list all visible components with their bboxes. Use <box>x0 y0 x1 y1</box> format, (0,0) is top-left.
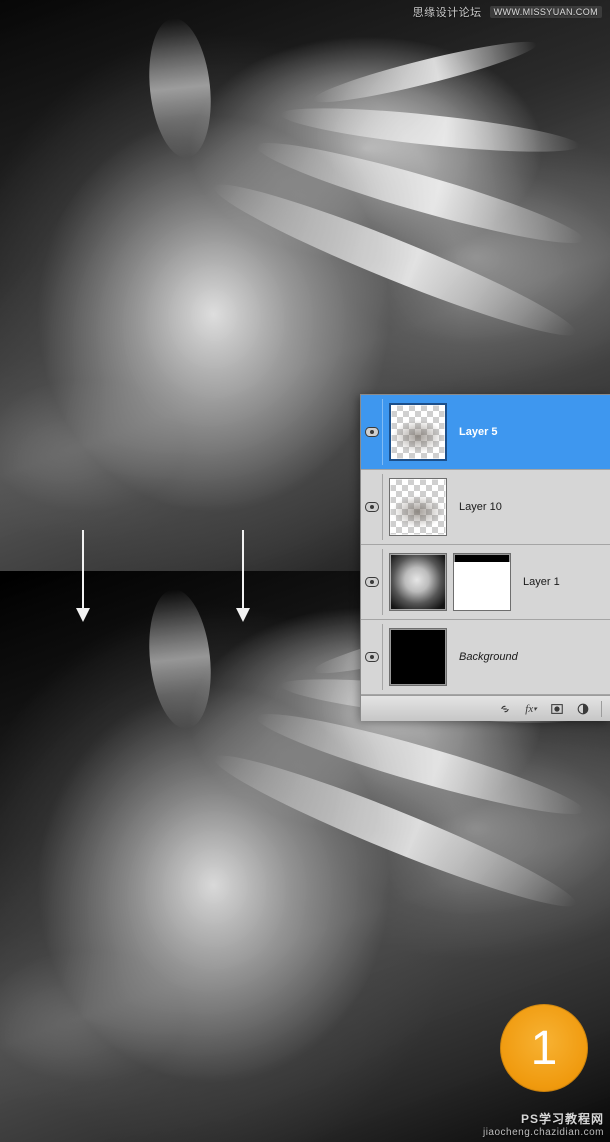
layer-name-label[interactable]: Layer 10 <box>453 501 502 513</box>
watermark-text: 思缘设计论坛 <box>413 4 482 20</box>
layer-thumbnail[interactable] <box>389 403 447 461</box>
layer-row-layer-1[interactable]: Layer 1 <box>361 545 610 620</box>
layer-mask-thumbnail[interactable] <box>453 553 511 611</box>
layer-list: Layer 5 Layer 10 Layer 1 <box>361 395 610 695</box>
layer-thumbnail[interactable] <box>389 478 447 536</box>
watermark-bottom-line2: jiaocheng.chazidian.com <box>483 1127 604 1138</box>
watermark-top: 思缘设计论坛 WWW.MISSYUAN.COM <box>413 4 602 20</box>
eye-icon <box>365 577 379 587</box>
layer-row-background[interactable]: Background <box>361 620 610 695</box>
arrow-down-icon <box>82 530 84 620</box>
eye-icon <box>365 652 379 662</box>
layer-name-label[interactable]: Layer 1 <box>517 576 560 588</box>
layer-thumbnail[interactable] <box>389 553 447 611</box>
layer-name-label[interactable]: Background <box>453 651 518 663</box>
layer-thumbnail[interactable] <box>389 628 447 686</box>
step-badge: 1 <box>500 1004 588 1092</box>
layer-name-label[interactable]: Layer 5 <box>453 426 498 438</box>
eye-icon <box>365 427 379 437</box>
tutorial-canvas: Layer 5 Layer 10 Layer 1 <box>0 0 610 1142</box>
visibility-toggle[interactable] <box>361 624 383 690</box>
watermark-bottom-line1: PS学习教程网 <box>483 1110 604 1127</box>
step-number: 1 <box>531 1021 558 1076</box>
arrow-down-icon <box>242 530 244 620</box>
fx-icon[interactable]: fx▾ <box>523 701 539 717</box>
layers-panel: Layer 5 Layer 10 Layer 1 <box>360 394 610 721</box>
eye-icon <box>365 502 379 512</box>
layer-row-layer-5[interactable]: Layer 5 <box>361 395 610 470</box>
link-icon[interactable] <box>497 701 513 717</box>
layers-panel-footer: fx▾ <box>361 695 610 721</box>
visibility-toggle[interactable] <box>361 474 383 540</box>
visibility-toggle[interactable] <box>361 549 383 615</box>
layer-row-layer-10[interactable]: Layer 10 <box>361 470 610 545</box>
watermark-url: WWW.MISSYUAN.COM <box>490 6 602 18</box>
visibility-toggle[interactable] <box>361 399 383 465</box>
mask-icon[interactable] <box>549 701 565 717</box>
watermark-bottom: PS学习教程网 jiaocheng.chazidian.com <box>483 1110 604 1138</box>
adjustment-icon[interactable] <box>575 701 591 717</box>
divider <box>601 701 602 717</box>
